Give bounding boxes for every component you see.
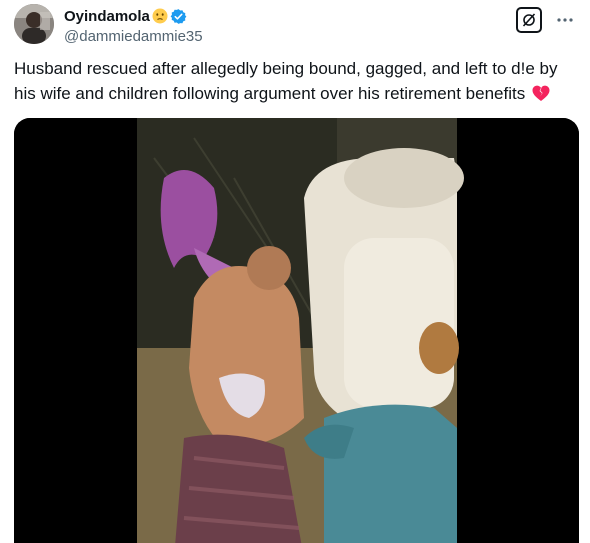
more-button[interactable] (554, 10, 576, 30)
user-handle[interactable]: @dammiedammie35 (64, 28, 203, 45)
broken-heart-icon (532, 84, 550, 101)
tweet-header: Oyindamola @dammiedammie35 (14, 4, 576, 48)
video-thumbnail-image (14, 118, 579, 543)
author-names: Oyindamola @dammiedammie35 (64, 6, 203, 46)
grok-icon (522, 13, 536, 27)
tweet-text: Husband rescued after allegedly being bo… (14, 59, 558, 103)
face-with-open-mouth-icon (152, 8, 168, 24)
tweet-card: Oyindamola @dammiedammie35 Husband rescu… (0, 0, 590, 543)
tweet-text-block: Husband rescued after allegedly being bo… (14, 56, 576, 106)
video-media[interactable] (14, 118, 579, 543)
verified-badge-icon (170, 8, 187, 25)
grok-button[interactable] (516, 7, 542, 33)
avatar[interactable] (14, 4, 54, 44)
display-name[interactable]: Oyindamola (64, 8, 150, 25)
more-dots-icon (557, 18, 573, 22)
display-name-row: Oyindamola (64, 6, 203, 26)
user-avatar-icon (14, 4, 54, 44)
